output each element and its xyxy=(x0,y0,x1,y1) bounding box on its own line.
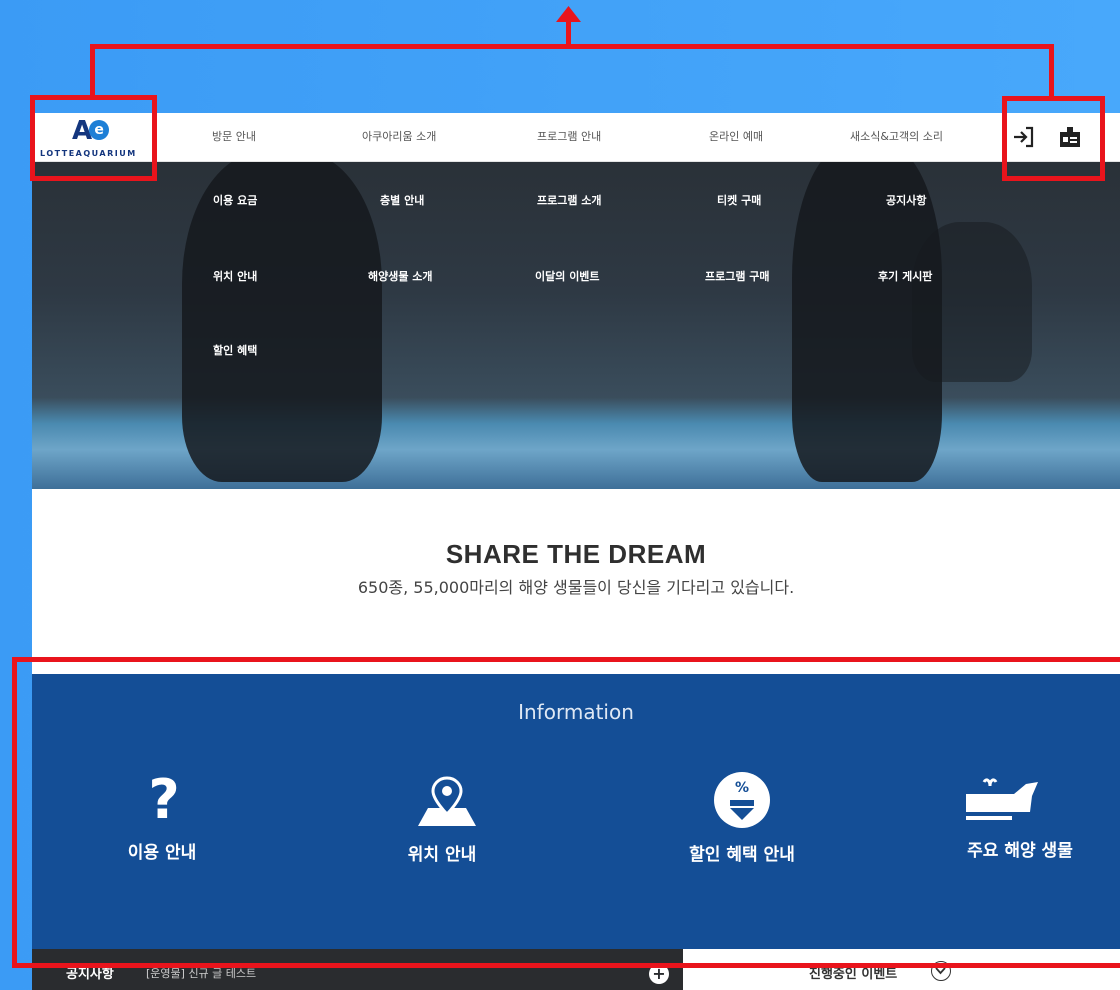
tagline-section: SHARE THE DREAM 650종, 55,000마리의 해양 생물들이 … xyxy=(32,539,1120,598)
top-navigation: Ae LOTTEAQUARIUM 방문 안내 아쿠아리움 소개 프로그램 안내 … xyxy=(32,113,1120,162)
submenu-floor-guide[interactable]: 층별 안내 xyxy=(380,192,424,208)
child-silhouette xyxy=(182,162,382,482)
submenu-fees[interactable]: 이용 요금 xyxy=(213,192,257,208)
nav-news-customer-voice[interactable]: 새소식&고객의 소리 xyxy=(850,113,943,161)
annotation-line-left xyxy=(90,48,95,96)
submenu-program-purchase[interactable]: 프로그램 구매 xyxy=(705,268,770,284)
submenu-reviews[interactable]: 후기 게시판 xyxy=(878,268,932,284)
annotation-arrow-icon xyxy=(556,6,581,22)
submenu-location[interactable]: 위치 안내 xyxy=(213,268,257,284)
submenu-ticket-purchase[interactable]: 티켓 구매 xyxy=(717,192,761,208)
hero-banner: 이용 요금 위치 안내 할인 혜택 층별 안내 해양생물 소개 프로그램 소개 … xyxy=(32,162,1120,489)
submenu-notices[interactable]: 공지사항 xyxy=(886,192,926,208)
nav-visit-guide[interactable]: 방문 안내 xyxy=(212,113,256,161)
nav-program-guide[interactable]: 프로그램 안내 xyxy=(537,113,601,161)
annotation-box-logo xyxy=(30,95,157,181)
nav-aquarium-intro[interactable]: 아쿠아리움 소개 xyxy=(362,113,436,161)
annotation-box-header-icons xyxy=(1002,96,1105,181)
shadow-silhouette xyxy=(912,222,1032,382)
submenu-program-intro[interactable]: 프로그램 소개 xyxy=(537,192,602,208)
annotation-line-top xyxy=(90,44,1054,49)
submenu-marine-life[interactable]: 해양생물 소개 xyxy=(368,268,433,284)
tagline-title: SHARE THE DREAM xyxy=(445,539,707,569)
submenu-discount[interactable]: 할인 혜택 xyxy=(213,342,257,358)
annotation-box-information xyxy=(12,657,1120,968)
annotation-line-up xyxy=(566,18,571,46)
annotation-line-right xyxy=(1049,48,1054,96)
nav-online-booking[interactable]: 온라인 예매 xyxy=(709,113,763,161)
tagline-subtitle: 650종, 55,000마리의 해양 생물들이 당신을 기다리고 있습니다. xyxy=(357,578,795,597)
submenu-monthly-event[interactable]: 이달의 이벤트 xyxy=(535,268,600,284)
